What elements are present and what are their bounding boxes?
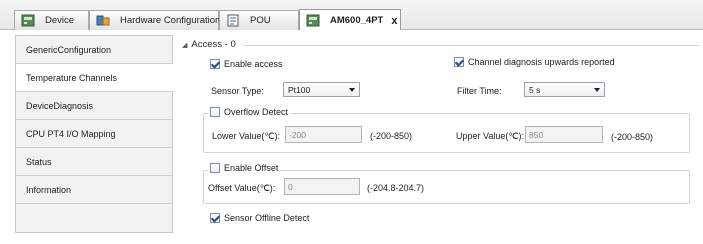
channel-diagnosis-checkbox[interactable] xyxy=(454,57,464,67)
nav-item-label: DeviceDiagnosis xyxy=(26,100,94,111)
editor-tab-strip: Device Hardware Configuration POU AM600_… xyxy=(0,0,703,31)
section-title: Access - 0 xyxy=(191,39,236,50)
section-header[interactable]: ◢ Access - 0 xyxy=(182,39,236,50)
filter-time-label: Filter Time: xyxy=(457,86,502,96)
filter-time-select[interactable]: 5 s xyxy=(524,82,605,97)
hardware-config-icon xyxy=(96,14,110,27)
offset-value-range: (-204.8-204.7) xyxy=(367,183,425,193)
lower-value-range: (-200-850) xyxy=(370,131,413,141)
close-icon[interactable]: x xyxy=(391,15,397,27)
tab-label: Device xyxy=(45,15,75,26)
enable-offset-header: Enable Offset xyxy=(208,163,281,173)
tab-hardware-configuration[interactable]: Hardware Configuration xyxy=(89,10,221,30)
nav-item-information[interactable]: Information xyxy=(16,176,172,204)
nav-item-label: Status xyxy=(26,156,52,167)
temperature-channel-settings: ◢ Access - 0 Enable access Channel diagn… xyxy=(174,35,703,244)
enable-offset-checkbox[interactable] xyxy=(210,163,220,173)
nav-item-label: Temperature Channels xyxy=(26,72,118,83)
channel-diagnosis-row: Channel diagnosis upwards reported xyxy=(454,57,615,67)
overflow-detect-label: Overflow Detect xyxy=(224,107,289,117)
sensor-offline-checkbox[interactable] xyxy=(210,213,220,223)
collapse-triangle-icon[interactable]: ◢ xyxy=(182,41,187,49)
overflow-detect-checkbox[interactable] xyxy=(210,107,220,117)
lower-value-input[interactable]: -200 xyxy=(285,126,362,143)
offset-group xyxy=(203,170,690,204)
sensor-type-label: Sensor Type: xyxy=(211,86,264,96)
device-tab-icon xyxy=(21,14,35,27)
tab-am600-4pt[interactable]: AM600_4PT x xyxy=(299,9,401,31)
am600-tab-icon xyxy=(306,14,320,27)
enable-access-checkbox[interactable] xyxy=(210,59,220,69)
chevron-down-icon xyxy=(594,88,600,92)
overflow-detect-header: Overflow Detect xyxy=(208,107,291,117)
lower-value-label: Lower Value(℃): xyxy=(212,131,280,141)
filter-time-value: 5 s xyxy=(529,84,541,95)
offset-value-text: 0 xyxy=(288,181,293,192)
upper-value-label: Upper Value(℃): xyxy=(456,131,524,141)
tab-label: Hardware Configuration xyxy=(120,15,221,26)
nav-item-device-diagnosis[interactable]: DeviceDiagnosis xyxy=(16,92,172,120)
tab-label: AM600_4PT xyxy=(330,15,384,26)
tab-device[interactable]: Device xyxy=(14,10,89,30)
sensor-offline-label: Sensor Offline Detect xyxy=(224,213,310,223)
nav-item-label: CPU PT4 I/O Mapping xyxy=(26,128,116,139)
nav-item-status[interactable]: Status xyxy=(16,148,172,176)
nav-item-label: Information xyxy=(26,184,72,195)
enable-access-label: Enable access xyxy=(224,59,283,69)
section-divider xyxy=(244,45,699,46)
pou-icon xyxy=(226,14,240,27)
tab-pou[interactable]: POU xyxy=(219,10,299,30)
offset-value-input[interactable]: 0 xyxy=(284,178,360,195)
enable-access-row: Enable access xyxy=(210,59,283,69)
nav-item-io-mapping[interactable]: CPU PT4 I/O Mapping xyxy=(16,120,172,148)
nav-item-temperature-channels[interactable]: Temperature Channels xyxy=(16,64,175,92)
tab-label: POU xyxy=(250,15,271,26)
device-settings-nav: GenericConfiguration Temperature Channel… xyxy=(15,35,175,233)
nav-item-label: GenericConfiguration xyxy=(26,44,112,55)
upper-value-range: (-200-850) xyxy=(611,132,654,142)
upper-value-text: 850 xyxy=(529,129,544,140)
chevron-down-icon xyxy=(349,88,355,92)
sensor-offline-row: Sensor Offline Detect xyxy=(210,213,309,223)
nav-item-generic-configuration[interactable]: GenericConfiguration xyxy=(16,36,172,64)
enable-offset-label: Enable Offset xyxy=(224,163,279,173)
sensor-type-value: Pt100 xyxy=(288,84,311,95)
upper-value-input[interactable]: 850 xyxy=(525,126,603,143)
offset-value-label: Offset Value(℃): xyxy=(208,183,276,193)
lower-value-text: -200 xyxy=(289,129,307,140)
channel-diagnosis-label: Channel diagnosis upwards reported xyxy=(468,57,615,67)
sensor-type-select[interactable]: Pt100 xyxy=(283,82,360,97)
